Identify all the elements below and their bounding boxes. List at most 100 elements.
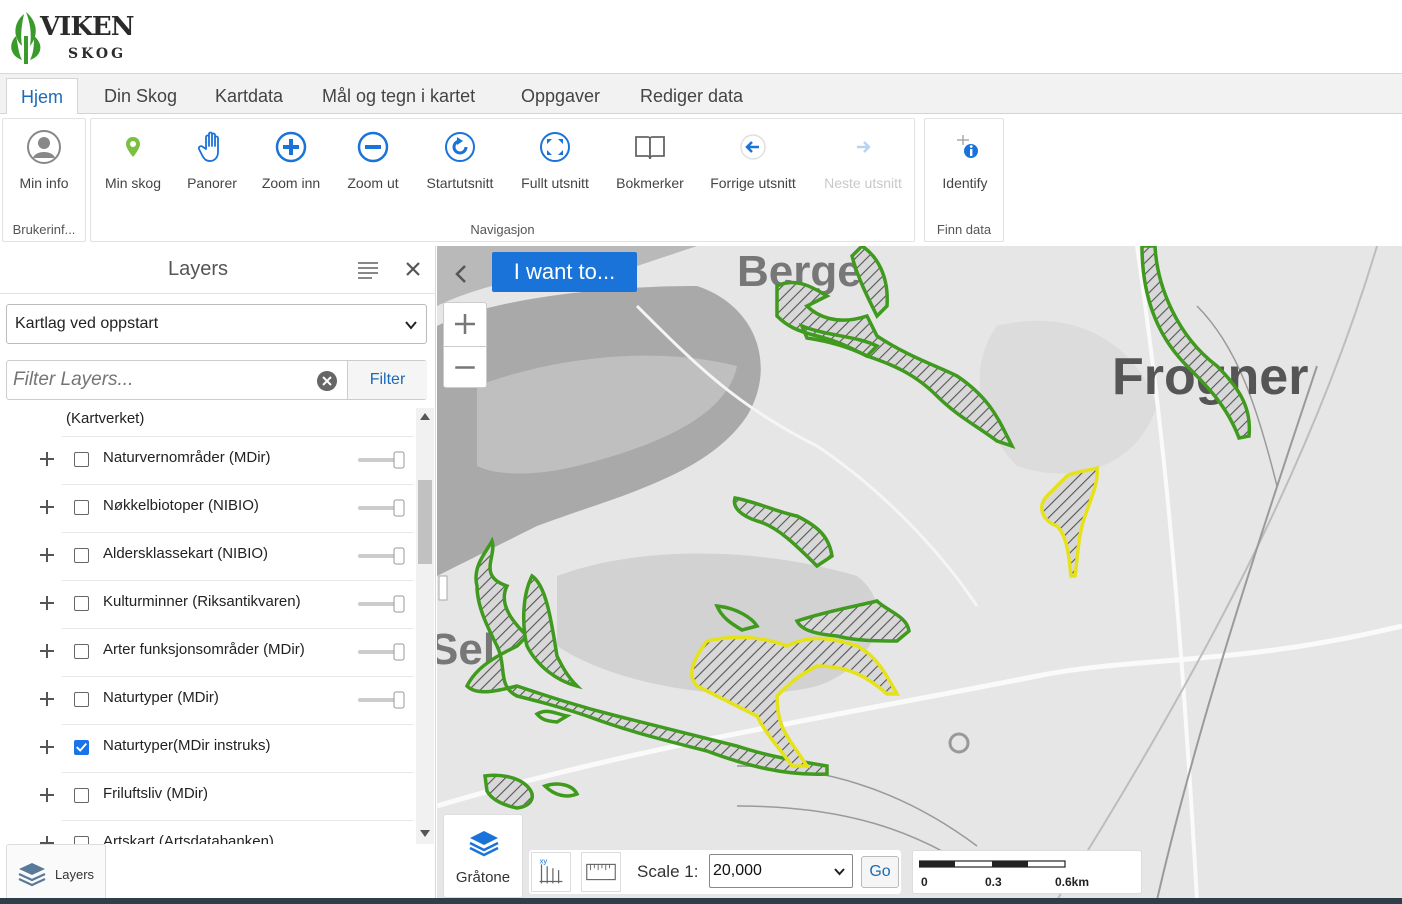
layer-row: Aldersklassekart (NIBIO) bbox=[0, 532, 414, 580]
tab-hjem[interactable]: Hjem bbox=[6, 78, 79, 115]
layers-toggle-button[interactable]: Layers bbox=[6, 844, 106, 900]
user-icon bbox=[27, 130, 61, 164]
layer-row: Naturtyper(MDir instruks) bbox=[0, 724, 414, 772]
layer-row-divider bbox=[62, 628, 414, 629]
layer-row: Nøkkelbiotoper (NIBIO) bbox=[0, 484, 414, 532]
basemap-layers-icon bbox=[469, 831, 499, 857]
ribbon-toolbar: Min info Brukerinf... Min skog Panorer Z… bbox=[0, 114, 1402, 244]
book-icon bbox=[635, 136, 665, 160]
layer-name: Friluftsliv (MDir) bbox=[103, 785, 208, 802]
forrige-utsnitt-button[interactable]: Forrige utsnitt bbox=[708, 129, 798, 199]
layers-panel-header: Layers bbox=[0, 246, 436, 294]
map-canvas[interactable]: Berger Frogner Sel bbox=[437, 246, 1402, 900]
tab-kartdata[interactable]: Kartdata bbox=[201, 78, 297, 114]
filter-layers-input[interactable] bbox=[7, 361, 347, 399]
expand-plus-icon[interactable] bbox=[38, 546, 56, 564]
opacity-slider[interactable] bbox=[358, 450, 408, 470]
fullt-utsnitt-button[interactable]: Fullt utsnitt bbox=[510, 129, 600, 199]
collapse-panel-icon[interactable] bbox=[445, 254, 475, 294]
layer-row-divider bbox=[62, 580, 414, 581]
layer-list: (Kartverket) Naturvernområder (MDir) Nøkk… bbox=[0, 408, 416, 844]
layer-name: Artskart (Artsdatabanken) bbox=[103, 833, 274, 844]
svg-text:xy: xy bbox=[540, 856, 548, 865]
layer-checkbox[interactable] bbox=[74, 548, 89, 563]
opacity-slider[interactable] bbox=[358, 690, 408, 710]
layer-checkbox[interactable] bbox=[74, 836, 89, 844]
layer-checkbox[interactable] bbox=[74, 692, 89, 707]
opacity-slider[interactable] bbox=[358, 498, 408, 518]
expand-plus-icon[interactable] bbox=[38, 738, 56, 756]
group-brukerinfo: Min info Brukerinf... bbox=[2, 118, 86, 242]
refresh-icon bbox=[445, 132, 475, 162]
tab-rediger-data[interactable]: Rediger data bbox=[626, 78, 757, 114]
clear-filter-icon[interactable] bbox=[316, 370, 338, 392]
group-label-brukerinfo: Brukerinf... bbox=[12, 222, 76, 237]
logo-line-1: VIKEN bbox=[40, 12, 135, 42]
expand-plus-icon[interactable] bbox=[38, 690, 56, 708]
layer-checkbox[interactable] bbox=[74, 596, 89, 611]
layer-checkbox[interactable] bbox=[74, 500, 89, 515]
layer-checkbox[interactable] bbox=[74, 452, 89, 467]
map-zoom-out-icon[interactable] bbox=[444, 346, 486, 388]
scale-bar-tick-1: 0.3 bbox=[985, 875, 1002, 889]
opacity-slider[interactable] bbox=[358, 594, 408, 614]
layer-list-scroll-thumb[interactable] bbox=[418, 480, 432, 564]
go-button[interactable]: Go bbox=[861, 856, 899, 888]
expand-plus-icon[interactable] bbox=[38, 834, 56, 844]
splitter-handle[interactable] bbox=[438, 575, 448, 601]
neste-utsnitt-button[interactable]: Neste utsnitt bbox=[818, 129, 908, 199]
bokmerker-button[interactable]: Bokmerker bbox=[605, 129, 695, 199]
layer-checkbox[interactable] bbox=[74, 644, 89, 659]
scale-bar-tick-0: 0 bbox=[921, 875, 928, 889]
tab-oppgaver[interactable]: Oppgaver bbox=[507, 78, 614, 114]
opacity-slider[interactable] bbox=[358, 642, 408, 662]
layer-preset-value: Kartlag ved oppstart bbox=[15, 315, 159, 332]
tab-maal-og-tegn[interactable]: Mål og tegn i kartet bbox=[308, 78, 489, 114]
identify-icon bbox=[957, 135, 978, 158]
layer-list-scrollbar[interactable] bbox=[416, 408, 434, 844]
scroll-up-icon[interactable] bbox=[420, 412, 430, 420]
layer-preset-select[interactable]: Kartlag ved oppstart bbox=[6, 304, 427, 344]
layer-name: Kulturminner (Riksantikvaren) bbox=[103, 593, 301, 610]
zoom-ut-button[interactable]: Zoom ut bbox=[328, 129, 418, 199]
layer-name: Aldersklassekart (NIBIO) bbox=[103, 545, 269, 562]
basemap-button[interactable]: Gråtone bbox=[443, 814, 523, 898]
scale-select[interactable]: 20,000 bbox=[709, 854, 853, 888]
group-label-finn-data: Finn data bbox=[936, 222, 992, 237]
expand-plus-icon[interactable] bbox=[38, 642, 56, 660]
layer-row-divider bbox=[62, 436, 414, 437]
bottom-edge bbox=[0, 898, 1402, 904]
chevron-down-icon bbox=[405, 321, 417, 330]
scale-bar-tick-2: 0.6km bbox=[1055, 875, 1090, 889]
zoom-inn-button[interactable]: Zoom inn bbox=[246, 129, 336, 199]
viken-skog-logo[interactable]: VIKEN SKOG bbox=[6, 6, 135, 68]
scale-bar: 0 0.3 0.6km bbox=[912, 850, 1142, 894]
layer-checkbox[interactable] bbox=[74, 788, 89, 803]
coordinates-icon[interactable]: xy bbox=[531, 852, 571, 892]
scale-ruler-icon[interactable] bbox=[581, 852, 621, 892]
arrow-right-icon bbox=[857, 141, 871, 153]
map-zoom-in-icon[interactable] bbox=[444, 303, 486, 345]
zoom-in-icon bbox=[275, 131, 307, 163]
scroll-down-icon[interactable] bbox=[420, 830, 430, 838]
expand-plus-icon[interactable] bbox=[38, 498, 56, 516]
panorer-button[interactable]: Panorer bbox=[167, 129, 257, 199]
layer-checkbox[interactable] bbox=[74, 740, 89, 755]
startutsnitt-button[interactable]: Startutsnitt bbox=[415, 129, 505, 199]
identify-button[interactable]: Identify bbox=[920, 129, 1010, 199]
layer-row-divider bbox=[62, 532, 414, 533]
expand-plus-icon[interactable] bbox=[38, 786, 56, 804]
tab-din-skog[interactable]: Din Skog bbox=[90, 78, 191, 114]
filter-button[interactable]: Filter bbox=[347, 361, 427, 399]
expand-plus-icon[interactable] bbox=[38, 450, 56, 468]
group-label-navigasjon: Navigasjon bbox=[470, 222, 535, 237]
expand-plus-icon[interactable] bbox=[38, 594, 56, 612]
map-view[interactable]: Berger Frogner Sel I want to... bbox=[437, 246, 1402, 900]
min-info-button[interactable]: Min info bbox=[0, 129, 89, 199]
scale-value: 20,000 bbox=[713, 862, 762, 879]
i-want-to-button[interactable]: I want to... bbox=[492, 252, 637, 292]
close-icon[interactable] bbox=[402, 258, 424, 280]
min-skog-button[interactable]: Min skog bbox=[88, 129, 178, 199]
list-menu-icon[interactable] bbox=[356, 258, 380, 282]
opacity-slider[interactable] bbox=[358, 546, 408, 566]
